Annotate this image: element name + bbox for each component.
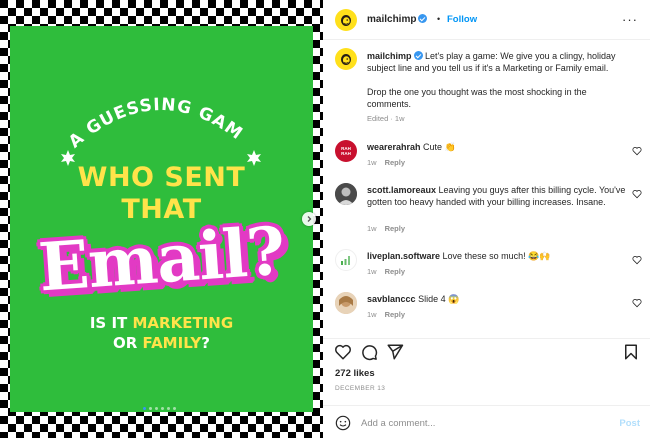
user-photo-icon [335,292,357,314]
post-date: DECEMBER 13 [335,385,386,392]
comment-meta: 1w Reply [367,267,406,276]
add-comment-input[interactable]: Add a comment... [361,418,435,429]
svg-text:A GUESSING GAME: A GUESSING GAME [10,84,247,152]
carousel-dot[interactable] [143,407,146,410]
comment-text: scott.lamoreaux Leaving you guys after t… [367,185,626,207]
caption-meta: Edited · 1w [367,114,405,123]
carousel-dot[interactable] [149,407,152,410]
comment-meta: 1w Reply [367,310,406,319]
comment-avatar[interactable] [335,249,357,271]
headline-email: Email? [36,211,287,307]
comment-avatar[interactable]: RAH RAH [335,140,357,162]
comment-text: savblanccc Slide 4 😱 [367,294,460,304]
chevron-right-icon [307,216,312,222]
family-word: FAMILY [142,334,202,352]
bookmark-icon[interactable] [622,343,640,361]
comment-text: wearerahrah Cute 👏 [367,142,456,152]
verified-badge-icon [413,51,423,60]
comment-username[interactable]: scott.lamoreaux [367,185,436,195]
verified-badge-icon [418,14,428,23]
reply-button[interactable]: Reply [385,158,405,167]
follow-button[interactable]: Follow [447,14,477,25]
reply-button[interactable]: Reply [385,267,405,276]
comment-avatar[interactable] [335,183,357,205]
carousel-dot[interactable] [167,407,170,410]
carousel-dot[interactable] [155,407,158,410]
reply-button[interactable]: Reply [385,224,405,233]
caption-username[interactable]: mailchimp [367,51,412,61]
question-line2: OR FAMILY? [113,334,210,352]
header-username[interactable]: mailchimp [367,14,428,25]
next-slide-button[interactable] [302,212,316,226]
carousel-dot[interactable] [161,407,164,410]
heart-icon[interactable] [632,146,642,156]
post-header: mailchimp • Follow ··· [323,0,650,40]
post-media[interactable]: A GUESSING GAME WHO SENT THAT Email? IS … [0,0,323,438]
share-send-icon[interactable] [386,343,404,361]
comment-text: liveplan.software Love these so much! 😂🙌 [367,251,551,261]
mailchimp-logo-icon [341,15,351,26]
carousel-dots [143,407,176,410]
comment-meta: 1w Reply [367,158,406,167]
add-comment-row: Add a comment... Post [323,405,650,438]
heart-icon[interactable] [632,189,642,199]
likes-count[interactable]: 272 likes [335,368,375,379]
post-image: A GUESSING GAME WHO SENT THAT Email? IS … [10,26,313,412]
comment-meta: 1w Reply [367,224,406,233]
comment-bubble-icon[interactable] [360,343,378,361]
marketing-word: MARKETING [132,314,234,332]
caption-text-2: Drop the one you thought was the most sh… [367,87,587,109]
comment-avatar[interactable] [335,292,357,314]
arc-title-text: A GUESSING GAME [10,84,246,152]
comment-username[interactable]: liveplan.software [367,251,440,261]
more-options-icon[interactable]: ··· [622,13,638,26]
carousel-dot[interactable] [173,407,176,410]
comment-username[interactable]: wearerahrah [367,142,421,152]
emoji-icon[interactable] [335,415,351,431]
like-heart-icon[interactable] [334,343,352,361]
headline-line1: WHO SENT [77,162,246,193]
post-button[interactable]: Post [619,418,640,429]
caption-text: mailchimp Let's play a game: We give you… [367,51,616,73]
heart-icon[interactable] [632,298,642,308]
comment-username[interactable]: savblanccc [367,294,416,304]
action-bar [323,338,650,364]
user-photo-icon [335,183,357,205]
mailchimp-avatar[interactable] [335,9,357,31]
caption-avatar[interactable] [335,48,357,70]
reply-button[interactable]: Reply [385,310,405,319]
heart-icon[interactable] [632,255,642,265]
mailchimp-logo-icon [341,54,351,65]
post-detail-panel: mailchimp • Follow ··· mailchimp Let's p… [323,0,650,438]
question-line1: IS IT MARKETING [89,314,234,332]
header-separator: • [437,14,441,24]
liveplan-logo-icon [341,256,350,265]
